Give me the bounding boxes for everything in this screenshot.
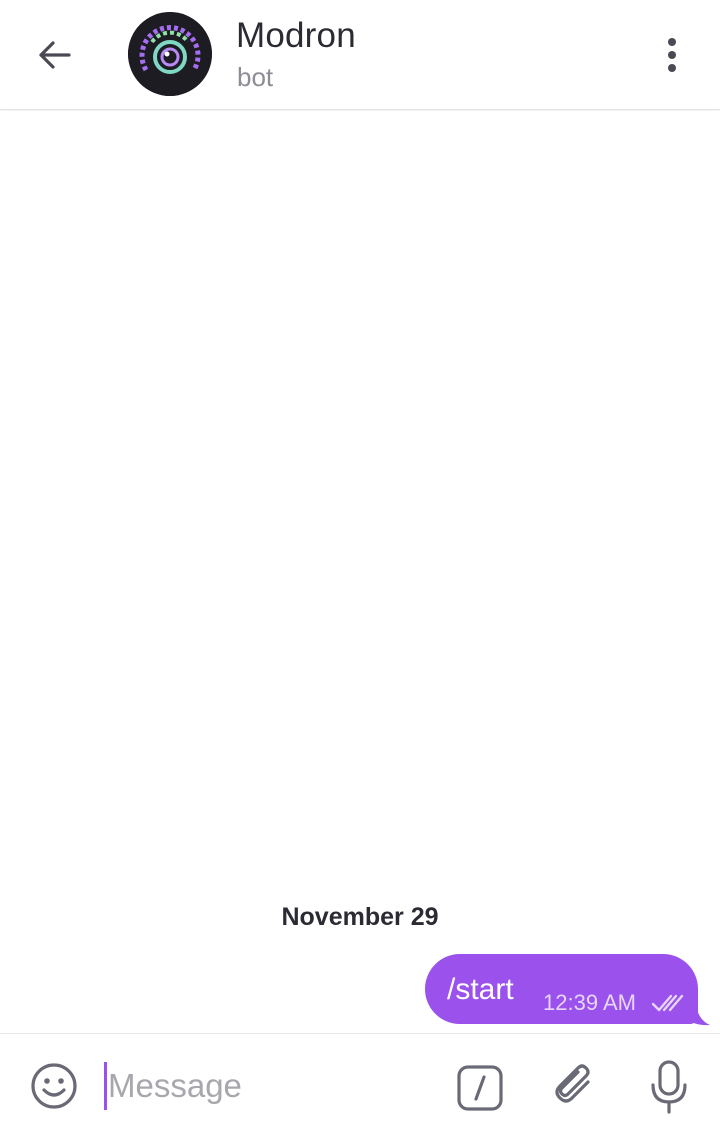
chat-screen: Modron bot November 29 /start 12:39 AM — [0, 0, 720, 1130]
avatar[interactable] — [128, 12, 212, 96]
more-options-button[interactable] — [646, 30, 698, 80]
bubble-tail — [686, 1004, 710, 1026]
paperclip-icon — [555, 1064, 590, 1103]
text-cursor — [104, 1062, 107, 1110]
bot-avatar-eye-logo — [128, 12, 212, 96]
slash-command-icon — [457, 1065, 503, 1111]
chat-subtitle: bot — [237, 62, 274, 92]
arrow-left-icon — [39, 41, 71, 69]
more-vertical-icon — [668, 38, 676, 72]
double-check-icon — [651, 994, 684, 1012]
smiley-icon — [31, 1063, 77, 1109]
microphone-icon — [651, 1060, 687, 1114]
message-time: 12:39 AM — [543, 990, 636, 1015]
outgoing-message-bubble[interactable]: /start 12:39 AM — [425, 954, 698, 1024]
attach-button[interactable] — [548, 1058, 604, 1114]
emoji-button[interactable] — [26, 1058, 82, 1114]
date-separator: November 29 — [281, 903, 439, 931]
message-list[interactable]: November 29 /start 12:39 AM — [0, 111, 720, 1033]
back-button[interactable] — [24, 28, 84, 82]
chat-title[interactable]: Modron — [236, 16, 356, 56]
message-text: /start — [447, 973, 514, 1006]
message-input[interactable] — [108, 1060, 428, 1112]
bot-commands-button[interactable] — [454, 1062, 506, 1114]
chat-header: Modron bot — [0, 0, 720, 110]
voice-message-button[interactable] — [642, 1056, 696, 1118]
message-composer — [0, 1033, 720, 1130]
